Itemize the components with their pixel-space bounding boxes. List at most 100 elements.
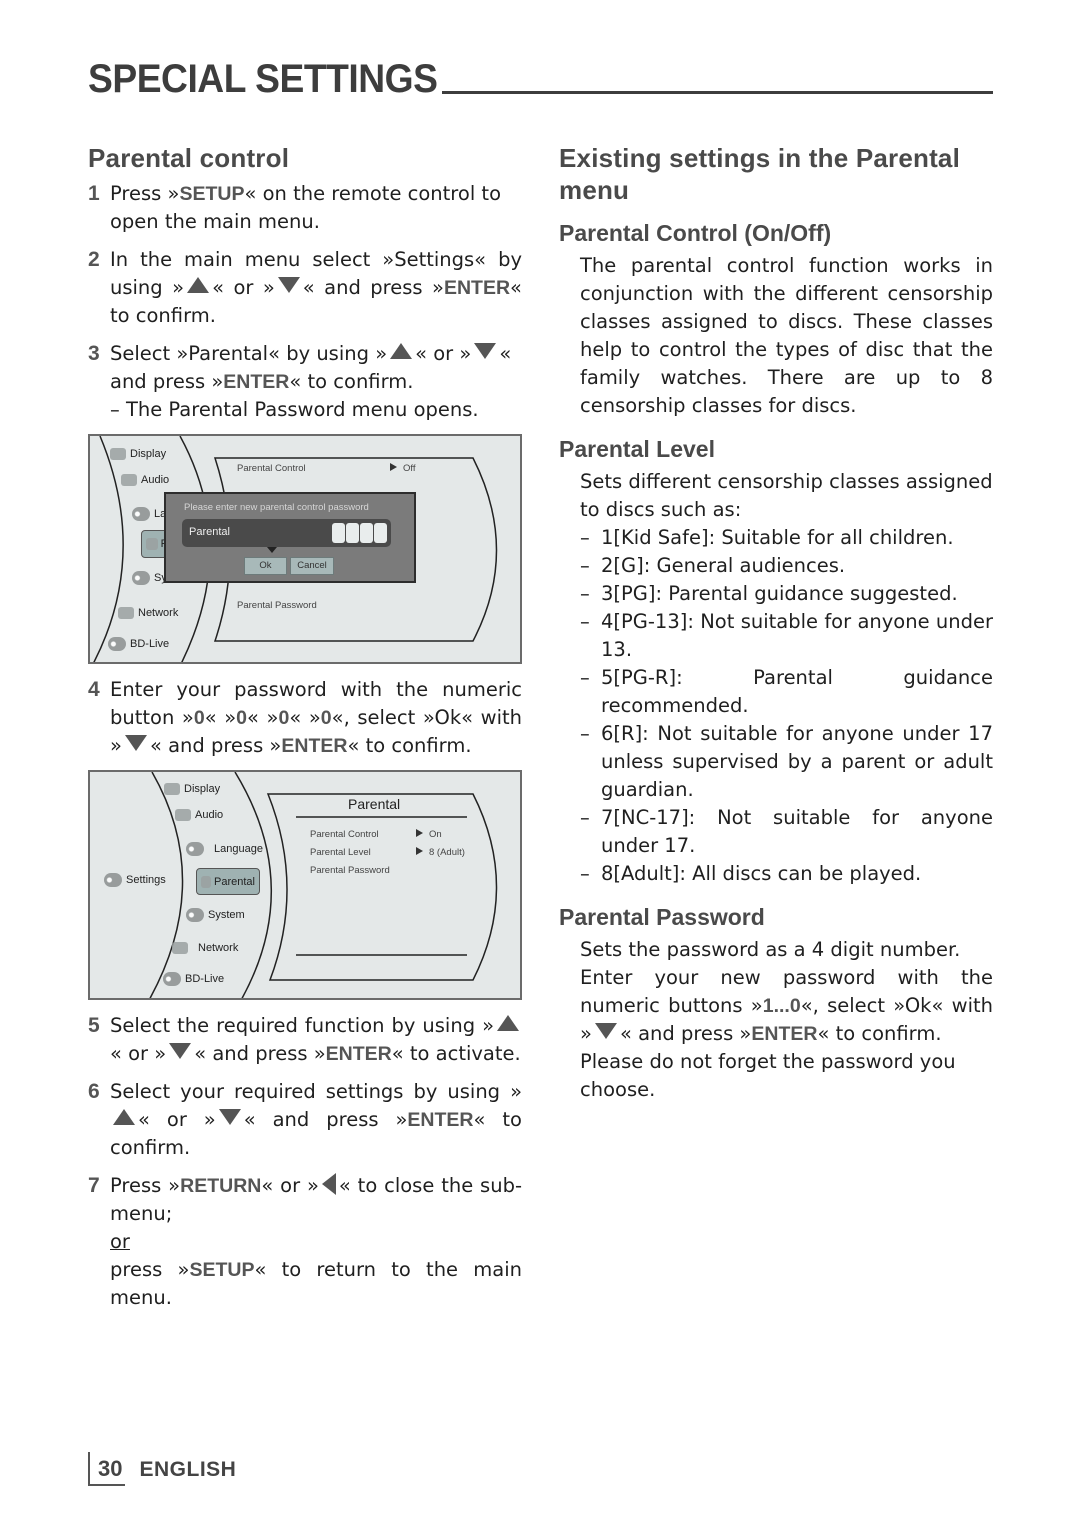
- or-text: or: [110, 1230, 130, 1253]
- settings-icon: [104, 873, 122, 887]
- step-number: 4: [88, 678, 100, 701]
- bd-live-icon: [108, 637, 126, 651]
- menu-item-bd-live: BD-Live: [163, 972, 224, 986]
- menu-item-audio: Audio: [121, 474, 169, 486]
- menu-label: Audio: [195, 809, 224, 821]
- parental-password-block: Sets the password as a 4 digit number. E…: [559, 936, 993, 1104]
- step-3: 3 Select »Parental« by using » « or » « an…: [88, 340, 522, 424]
- parental-icon: [201, 875, 212, 888]
- menu-item-display: Display: [110, 448, 166, 460]
- language-icon: [186, 842, 204, 856]
- page-footer: 30 ENGLISH: [88, 1452, 236, 1486]
- key-enter: ENTER: [751, 1023, 818, 1045]
- audio-icon: [121, 474, 137, 486]
- arrow-down-icon: [474, 343, 497, 359]
- rating-list: 1[Kid Safe]: Suitable for all children. …: [580, 524, 993, 888]
- page-number: 30: [98, 1456, 123, 1481]
- caret-down-icon: [267, 547, 277, 553]
- step-number: 6: [88, 1080, 100, 1103]
- panel-row-label: Parental Control: [310, 829, 379, 840]
- parental-control-description: The parental control function works in c…: [580, 254, 993, 417]
- rating-item: 8[Adult]: All discs can be played.: [580, 860, 993, 888]
- key-zero: 0: [193, 707, 205, 729]
- digit-box[interactable]: [374, 523, 387, 543]
- text: « and press »: [619, 1022, 752, 1045]
- step-text: « or »: [261, 1174, 319, 1197]
- menu-label: BD-Live: [130, 638, 170, 650]
- arrow-up-icon: [390, 343, 413, 359]
- dialog-prompt: Please enter new parental control passwo…: [184, 502, 369, 513]
- step-text: « and press »: [302, 276, 444, 299]
- cancel-button[interactable]: Cancel: [290, 557, 334, 575]
- language-icon: [132, 507, 150, 521]
- parental-level-intro: Sets different censorship classes assign…: [580, 470, 993, 521]
- step-number: 2: [88, 248, 100, 271]
- panel-row-label: Parental Password: [310, 865, 390, 876]
- digit-box[interactable]: [346, 523, 359, 543]
- menu-item-parental-selected: Parental: [196, 868, 260, 895]
- page-number-box: 30: [88, 1452, 126, 1486]
- page-title: SPECIAL SETTINGS: [88, 57, 438, 101]
- key-enter: ENTER: [281, 735, 348, 757]
- menu-label: Audio: [141, 474, 170, 486]
- step-text: Select »Parental« by using »: [110, 342, 388, 365]
- menu-item-display: Display: [164, 783, 220, 795]
- value-text: 8 (Adult): [429, 847, 465, 858]
- key-setup: SETUP: [179, 183, 245, 205]
- parental-icon: [146, 538, 158, 550]
- step-text: « and press »: [194, 1042, 326, 1065]
- left-column: Parental control 1 Press »SETUP« on the …: [88, 142, 522, 1312]
- panel-row-value: On: [416, 829, 442, 840]
- rating-item: 1[Kid Safe]: Suitable for all children.: [580, 524, 993, 552]
- panel-title: Parental: [348, 796, 401, 812]
- password-field[interactable]: Parental: [182, 519, 391, 547]
- step-number: 3: [88, 342, 100, 365]
- screenshot-password-dialog: Display Audio La P System Network BD-Liv…: [88, 434, 522, 664]
- rating-item: 6[R]: Not suitable for anyone under 17 u…: [580, 720, 993, 804]
- network-icon: [118, 607, 134, 619]
- panel-row-value: 8 (Adult): [416, 847, 465, 858]
- panel-row-label: Parental Password: [237, 600, 317, 611]
- menu-item-system: System: [186, 908, 245, 922]
- key-enter: ENTER: [223, 371, 290, 393]
- arrow-down-icon: [124, 735, 147, 751]
- arrow-up-icon: [187, 277, 210, 293]
- arrow-up-icon: [497, 1015, 519, 1031]
- step-text: Press »: [110, 1174, 181, 1197]
- value-text: On: [429, 829, 442, 840]
- value-text: Off: [403, 463, 416, 474]
- display-icon: [110, 448, 126, 460]
- digit-box[interactable]: [360, 523, 373, 543]
- rating-item: 3[PG]: Parental guidance suggested.: [580, 580, 993, 608]
- system-icon: [186, 908, 204, 922]
- arrow-right-icon: [390, 463, 397, 471]
- step-text: « or »: [110, 1042, 167, 1065]
- menu-item-network: Network: [118, 607, 178, 619]
- menu-label: Network: [198, 942, 239, 954]
- step-text: Select your required settings by using »: [110, 1080, 522, 1103]
- section-heading-existing-settings: Existing settings in the Parental menu: [559, 143, 961, 205]
- rating-item: 5[PG-R]: Parental guidance recommended.: [580, 664, 993, 720]
- key-setup: SETUP: [189, 1259, 255, 1281]
- key-zero: 0: [320, 707, 332, 729]
- arrow-down-icon: [169, 1043, 192, 1059]
- step-5: 5 Select the required function by using …: [88, 1012, 522, 1068]
- menu-root-settings: Settings: [104, 873, 166, 887]
- digit-box[interactable]: [332, 523, 345, 543]
- password-dialog: Please enter new parental control passwo…: [164, 492, 416, 583]
- arrow-down-icon: [594, 1023, 617, 1039]
- menu-item-audio: Audio: [175, 809, 223, 821]
- step-1: 1 Press »SETUP« on the remote control to…: [88, 180, 522, 236]
- step-number: 7: [88, 1174, 100, 1197]
- rating-item: 4[PG-13]: Not suitable for anyone under …: [580, 608, 993, 664]
- menu-item-language: Language: [186, 842, 263, 856]
- step-text: press »: [110, 1258, 190, 1281]
- screenshot-parental-menu: Settings Display Audio Language Parental…: [88, 770, 522, 1000]
- ok-button[interactable]: Ok: [244, 557, 287, 575]
- step-7: 7 Press »RETURN« or » « to close the sub-…: [88, 1172, 522, 1312]
- key-numeric: 1...0: [762, 995, 801, 1017]
- step-text: Select the required function by using »: [110, 1014, 494, 1037]
- menu-label: Parental: [214, 875, 255, 888]
- subheading-parental-password: Parental Password: [559, 904, 765, 930]
- step-4: 4 Enter your password with the numeric b…: [88, 676, 522, 760]
